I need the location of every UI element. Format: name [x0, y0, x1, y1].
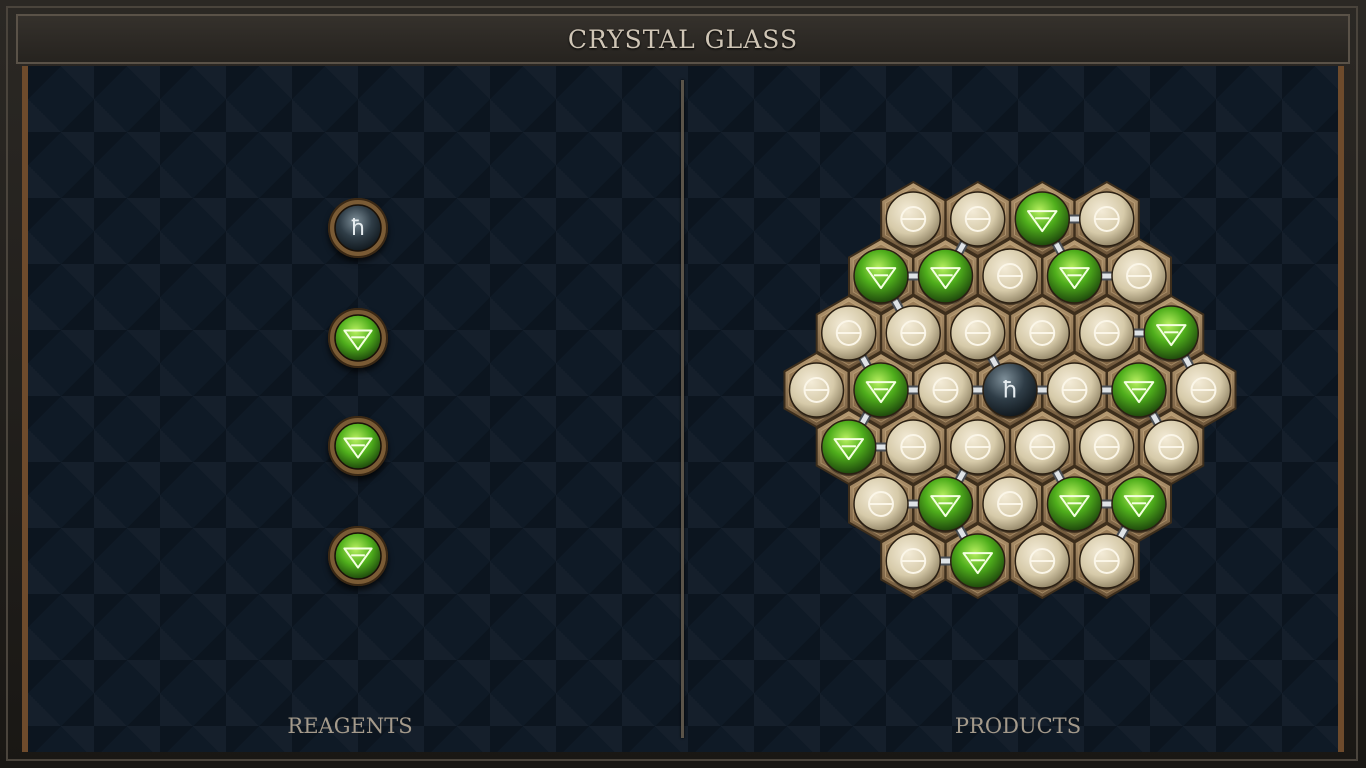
product-atom-salt[interactable] — [950, 419, 1006, 476]
product-atom-salt[interactable] — [917, 362, 974, 419]
product-atom-salt[interactable] — [1046, 362, 1103, 419]
product-atom-earth[interactable] — [950, 533, 1006, 590]
product-atom-salt[interactable] — [853, 476, 909, 533]
svg-text:ħ: ħ — [1002, 377, 1018, 403]
product-atom-earth[interactable] — [1143, 305, 1199, 362]
products-label: PRODUCTS — [954, 714, 1082, 738]
product-atom-salt[interactable] — [1079, 419, 1135, 476]
product-atom-earth[interactable] — [917, 476, 974, 533]
product-atom-salt[interactable] — [788, 362, 845, 419]
product-atom-earth[interactable] — [1014, 191, 1070, 248]
product-atom-earth[interactable] — [853, 362, 909, 419]
product-atom-salt[interactable] — [885, 191, 941, 248]
product-atom-salt[interactable] — [1014, 419, 1070, 476]
product-atom-salt[interactable] — [1079, 533, 1135, 590]
lead-icon: ħ — [1002, 377, 1018, 403]
product-atom-earth[interactable] — [1046, 476, 1103, 533]
product-atom-salt[interactable] — [1143, 419, 1199, 476]
product-atom-earth[interactable] — [821, 419, 877, 476]
product-atom-earth[interactable] — [1111, 362, 1167, 419]
product-atom-salt[interactable] — [1111, 248, 1167, 305]
product-atom-earth[interactable] — [853, 248, 909, 305]
product-atom-salt[interactable] — [982, 476, 1038, 533]
product-atom-salt[interactable] — [982, 248, 1038, 305]
product-atom-salt[interactable] — [950, 305, 1006, 362]
product-atom-salt[interactable] — [1014, 305, 1070, 362]
product-atom-salt[interactable] — [1079, 305, 1135, 362]
product-atom-earth[interactable] — [1111, 476, 1167, 533]
product-atom-earth[interactable] — [1046, 248, 1103, 305]
product-atom-salt[interactable] — [885, 533, 941, 590]
product-atom-salt[interactable] — [821, 305, 877, 362]
product-atom-salt[interactable] — [885, 419, 941, 476]
products-hex-grid: ħ — [783, 180, 1237, 600]
product-atom-salt[interactable] — [950, 191, 1006, 248]
product-atom-salt[interactable] — [885, 305, 941, 362]
product-atom-earth[interactable] — [917, 248, 974, 305]
reagents-label: REAGENTS — [287, 714, 413, 738]
product-atom-salt[interactable] — [1079, 191, 1135, 248]
product-atom-lead[interactable]: ħ — [982, 362, 1038, 419]
product-atom-salt[interactable] — [1014, 533, 1070, 590]
product-atom-salt[interactable] — [1175, 362, 1232, 419]
